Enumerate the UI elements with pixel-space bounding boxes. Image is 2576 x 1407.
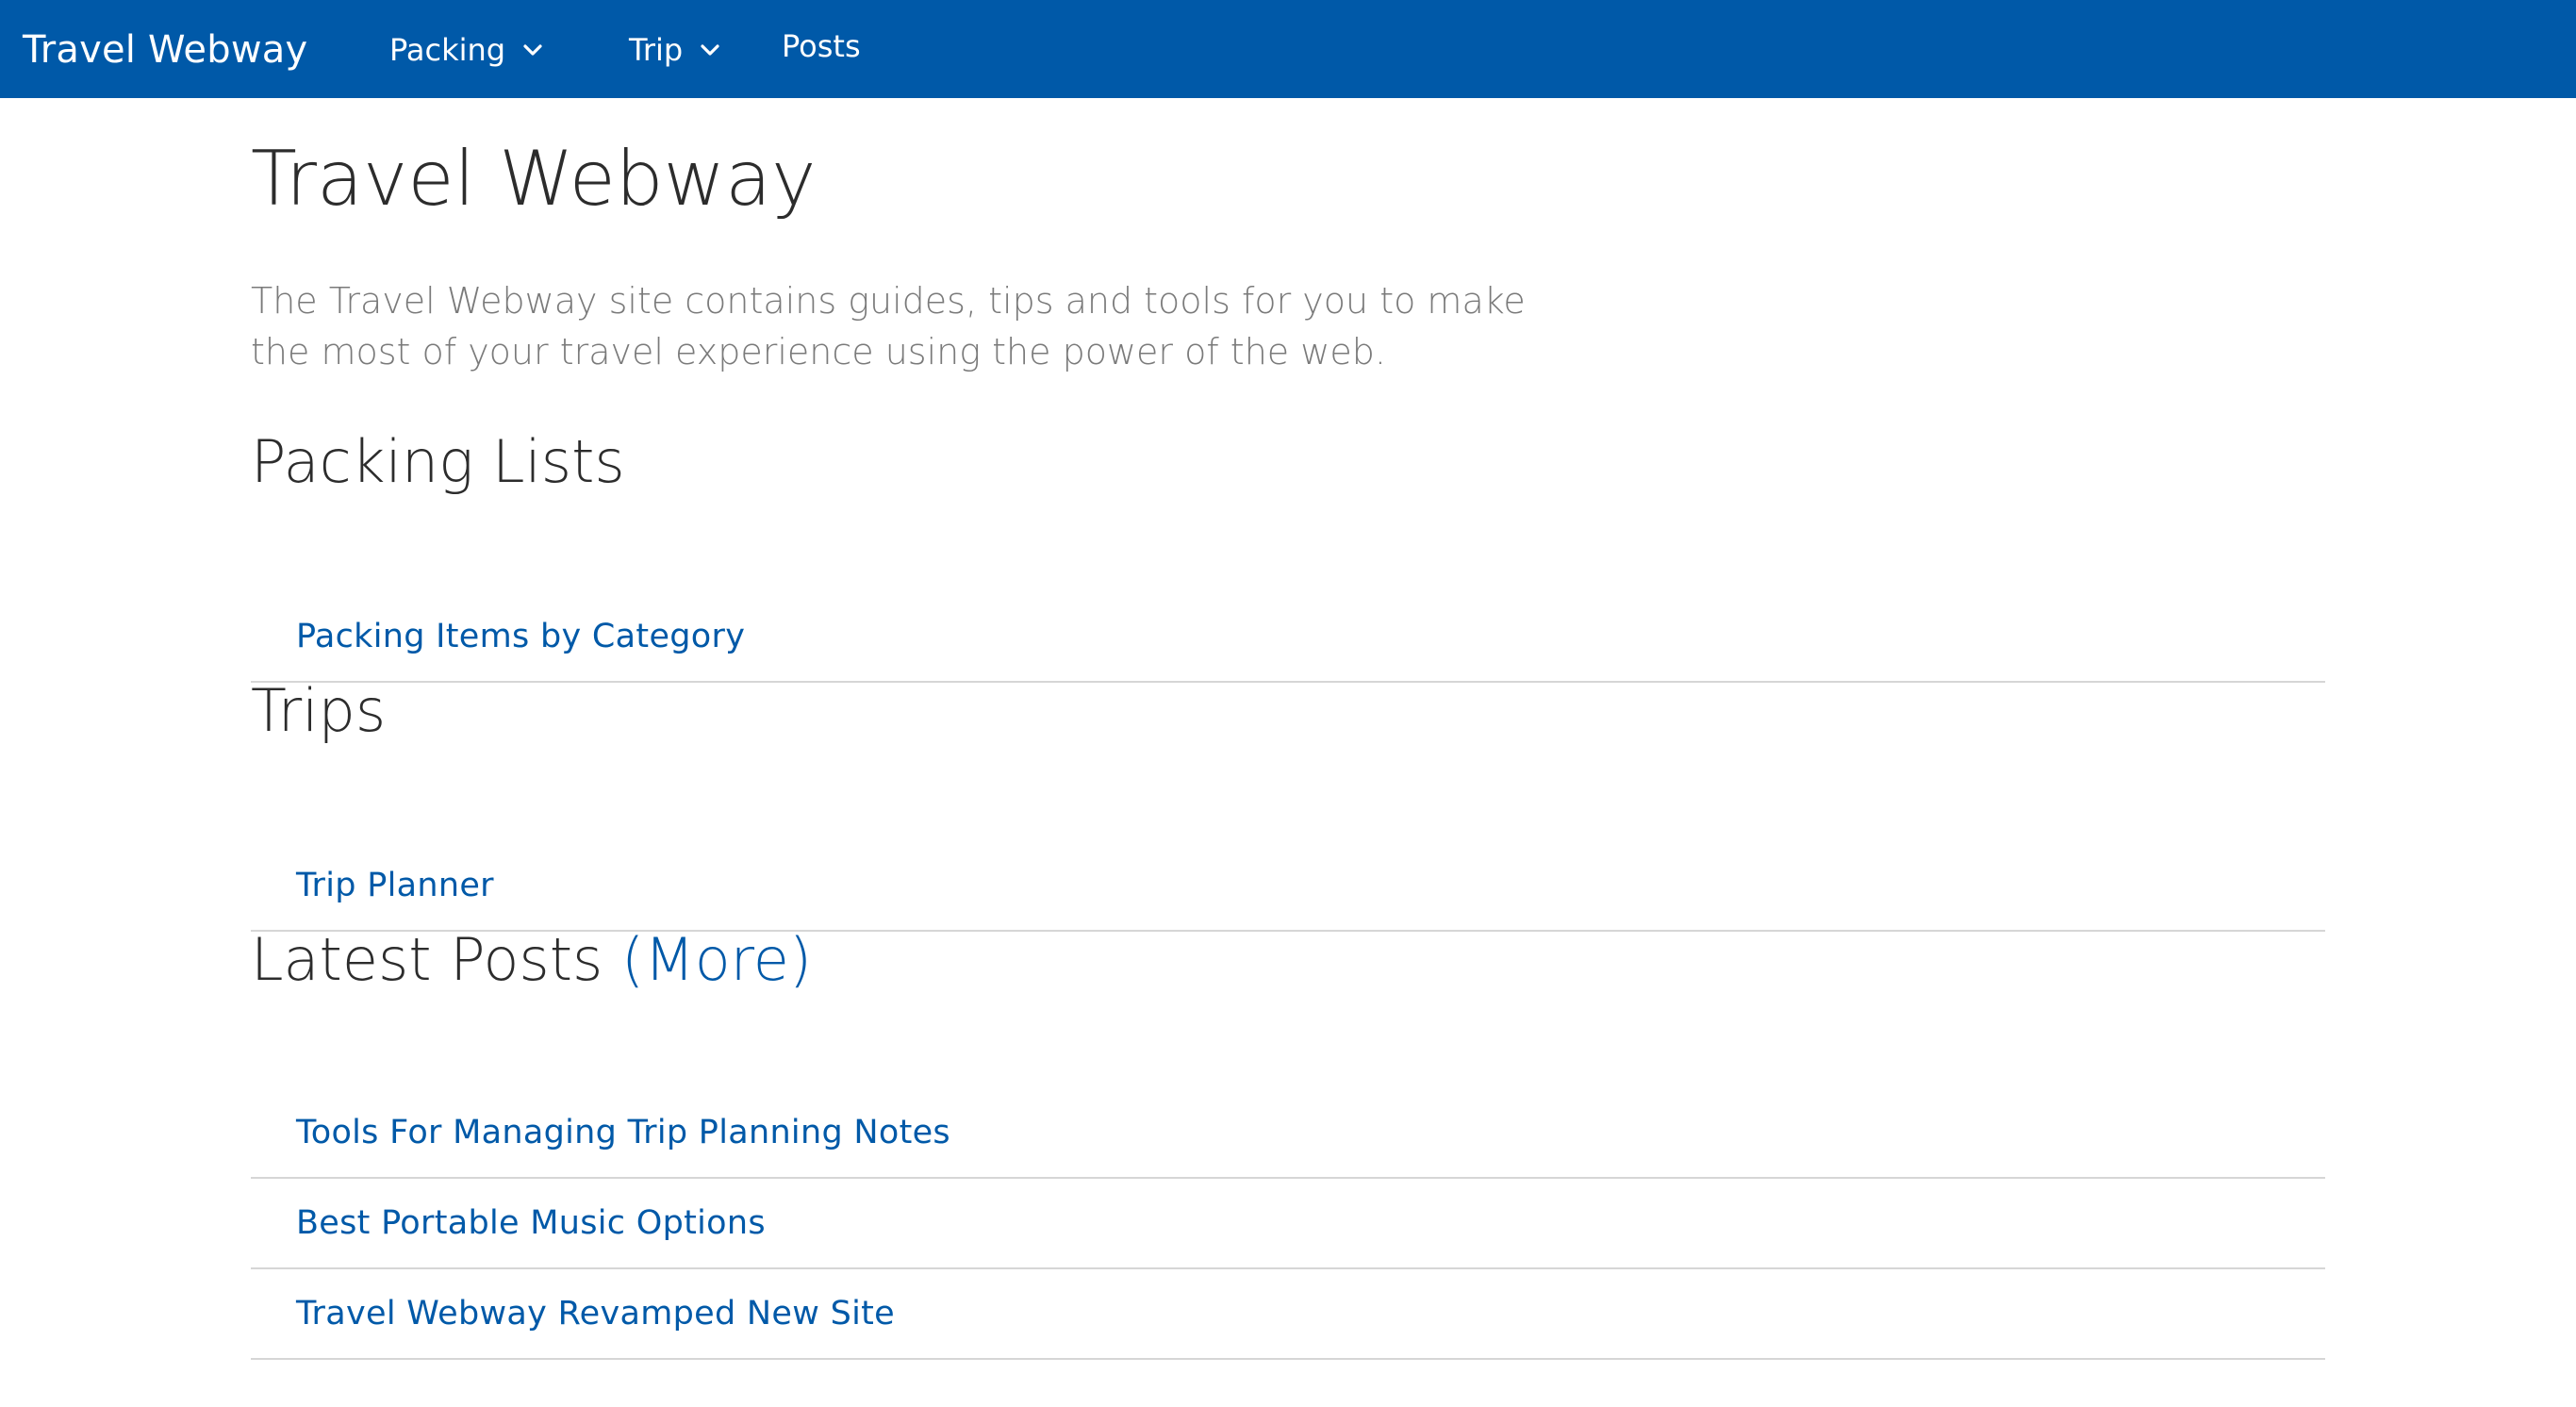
nav-dropdown-packing[interactable]: Packing	[389, 28, 543, 72]
list-item: Packing Items by Category	[251, 592, 2325, 683]
nav-label-packing: Packing	[389, 32, 506, 68]
lead-line-1: The Travel Webway site contains guides, …	[251, 280, 1526, 322]
top-navbar: Travel Webway Packing Trip Posts	[0, 0, 2576, 98]
post-link[interactable]: Best Portable Music Options	[296, 1201, 766, 1245]
nav-label-trip: Trip	[629, 32, 684, 68]
list-item: Tools For Managing Trip Planning Notes	[251, 1088, 2325, 1179]
post-link[interactable]: Tools For Managing Trip Planning Notes	[296, 1111, 950, 1154]
list-item: Trip Planner	[251, 841, 2325, 932]
latest-posts-label: Latest Posts	[251, 925, 622, 994]
trips-list: Trip Planner	[251, 841, 2325, 932]
section-title-trips: Trips	[251, 676, 387, 745]
nav-dropdown-trip[interactable]: Trip	[629, 28, 720, 72]
post-link[interactable]: Travel Webway Revamped New Site	[296, 1292, 895, 1335]
nav-link-posts[interactable]: Posts	[782, 25, 861, 68]
brand-link[interactable]: Travel Webway	[23, 25, 307, 74]
link-trip-planner[interactable]: Trip Planner	[296, 864, 494, 907]
nav-label-posts: Posts	[782, 28, 861, 64]
page-title: Travel Webway	[251, 135, 817, 223]
link-packing-items-by-category[interactable]: Packing Items by Category	[296, 615, 745, 658]
lead-line-2: the most of your travel experience using…	[251, 331, 1386, 372]
list-item: Best Portable Music Options	[251, 1179, 2325, 1269]
more-posts-link[interactable]: (More)	[621, 925, 812, 994]
section-title-latest-posts: Latest Posts (More)	[251, 922, 812, 998]
packing-list: Packing Items by Category	[251, 592, 2325, 683]
lead-text: The Travel Webway site contains guides, …	[251, 275, 1571, 377]
list-item: Travel Webway Revamped New Site	[251, 1269, 2325, 1360]
latest-posts-list: Tools For Managing Trip Planning Notes B…	[251, 1088, 2325, 1360]
chevron-down-icon	[523, 44, 542, 56]
section-title-packing-lists: Packing Lists	[251, 427, 625, 496]
chevron-down-icon	[701, 44, 719, 56]
